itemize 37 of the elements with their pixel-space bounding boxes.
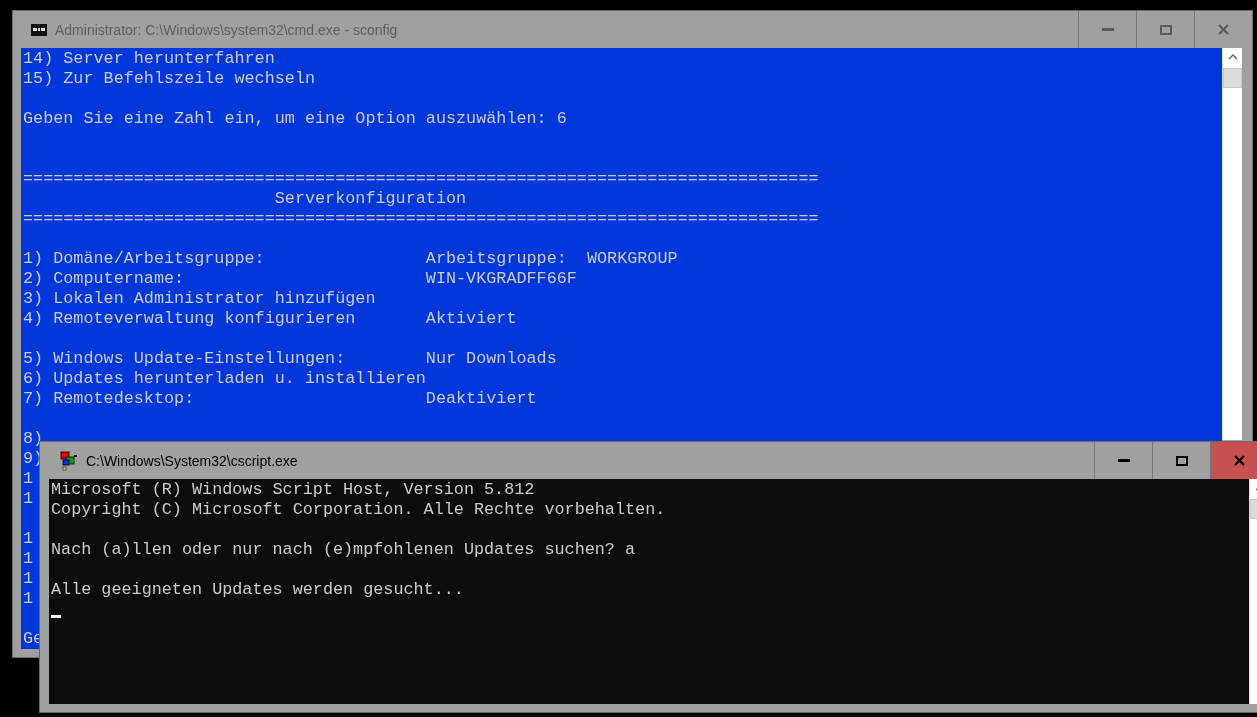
console-line: 6) Updates herunterladen u. installieren: [23, 369, 426, 389]
console-line: 7) Remotedesktop: Deaktiviert: [23, 389, 537, 409]
script-icon: [60, 450, 78, 471]
console-line: ===============================================================================: [23, 209, 819, 229]
console-line: Geben Sie eine Zahl ein, um eine Option auszuwählen: 6: [23, 109, 567, 129]
console-line: Serverkonfiguration: [273, 189, 467, 209]
console-line: 5) Windows Update-Einstellungen: Nur Downloads: [23, 349, 557, 369]
console-line: 1: [23, 529, 34, 549]
maximize-icon: [1175, 455, 1188, 466]
window-title: C:\Windows\System32\cscript.exe: [86, 452, 298, 469]
console-line: 1: [23, 489, 34, 509]
console-line: 8): [23, 429, 44, 449]
console-line: 14) Server herunterfahren: [23, 49, 275, 69]
terminal-icon: [31, 23, 47, 36]
console-line: 1: [23, 569, 34, 589]
window-title: Administrator: C:\Windows\system32\cmd.exe - sconfig: [55, 21, 398, 38]
console-line: 4) Remoteverwaltung konfigurieren Aktiviert: [23, 309, 517, 329]
close-icon: [1218, 24, 1229, 35]
close-button[interactable]: [1210, 442, 1257, 479]
console-line: Copyright (C) Microsoft Corporation. Alle Rechte vorbehalten.: [51, 500, 666, 520]
maximize-icon: [1159, 24, 1172, 35]
console-line: 3) Lokalen Administrator hinzufügen: [23, 289, 376, 309]
scrollbar-thumb[interactable]: [1223, 68, 1242, 88]
console-line: 1) Domäne/Arbeitsgruppe: Arbeitsgruppe: WORKGROUP: [23, 249, 678, 269]
console-line: 1: [23, 589, 34, 609]
console-line: 15) Zur Befehlszeile wechseln: [23, 69, 316, 89]
console-line: 2) Computername: WIN-VKGRADFF66F: [23, 269, 577, 289]
minimize-icon: [1117, 459, 1130, 462]
console-line: 1: [23, 549, 34, 569]
minimize-icon: [1101, 28, 1114, 31]
console-line: ===============================================================================: [23, 169, 819, 189]
scrollbar[interactable]: [1222, 48, 1242, 440]
console-line: Nach (a)llen oder nur nach (e)mpfohlenen Updates suchen? a: [51, 540, 636, 560]
close-icon: [1234, 455, 1245, 466]
console-line: Microsoft (R) Windows Script Host, Version 5.812: [51, 480, 535, 500]
console-line: Alle geeigneten Updates werden gesucht...: [51, 580, 464, 600]
console-line: 1: [23, 469, 34, 489]
